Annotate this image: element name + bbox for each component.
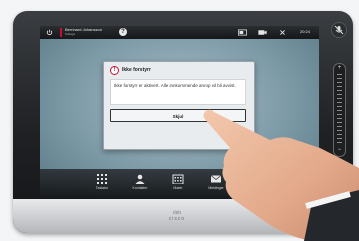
user-subtitle: Kollega bbox=[65, 32, 76, 36]
nav-label: Møter bbox=[173, 186, 183, 190]
nav-item-contacts[interactable]: Kontakter bbox=[120, 169, 160, 197]
top-status-bar: Bernhard Johansson Kollega ? 20:24 bbox=[40, 26, 319, 39]
nav-item-keypad[interactable]: Tastatur bbox=[82, 169, 122, 197]
dialog-message: Ikke forstyrr er aktivert. Alle innkomme… bbox=[110, 79, 246, 105]
contacts-icon bbox=[135, 174, 145, 184]
dialog-header: ! Ikke forstyrr bbox=[104, 62, 254, 78]
microphone-muted-icon bbox=[334, 25, 344, 35]
settings-icon[interactable] bbox=[278, 29, 287, 36]
warning-icon: ! bbox=[110, 66, 119, 75]
volume-up-icon[interactable]: + bbox=[334, 65, 345, 72]
keypad-icon bbox=[97, 174, 107, 184]
nav-item-meetings[interactable]: Møter bbox=[158, 169, 198, 197]
cisco-logo: ılıılı cisco bbox=[168, 210, 186, 222]
mute-microphone-button[interactable] bbox=[331, 22, 347, 38]
power-icon[interactable] bbox=[46, 29, 53, 36]
help-icon[interactable]: ? bbox=[119, 28, 127, 36]
calendar-icon bbox=[172, 174, 184, 184]
nav-label: Kontakter bbox=[132, 186, 148, 190]
clock: 20:24 bbox=[300, 29, 311, 34]
dialog-title: Ikke forstyrr bbox=[122, 67, 151, 73]
layout-icon[interactable] bbox=[238, 29, 247, 36]
nav-label: Tastatur bbox=[95, 186, 109, 190]
hand-pointer bbox=[203, 109, 359, 241]
dnd-status-marker bbox=[60, 28, 62, 37]
camera-icon[interactable] bbox=[258, 29, 267, 36]
